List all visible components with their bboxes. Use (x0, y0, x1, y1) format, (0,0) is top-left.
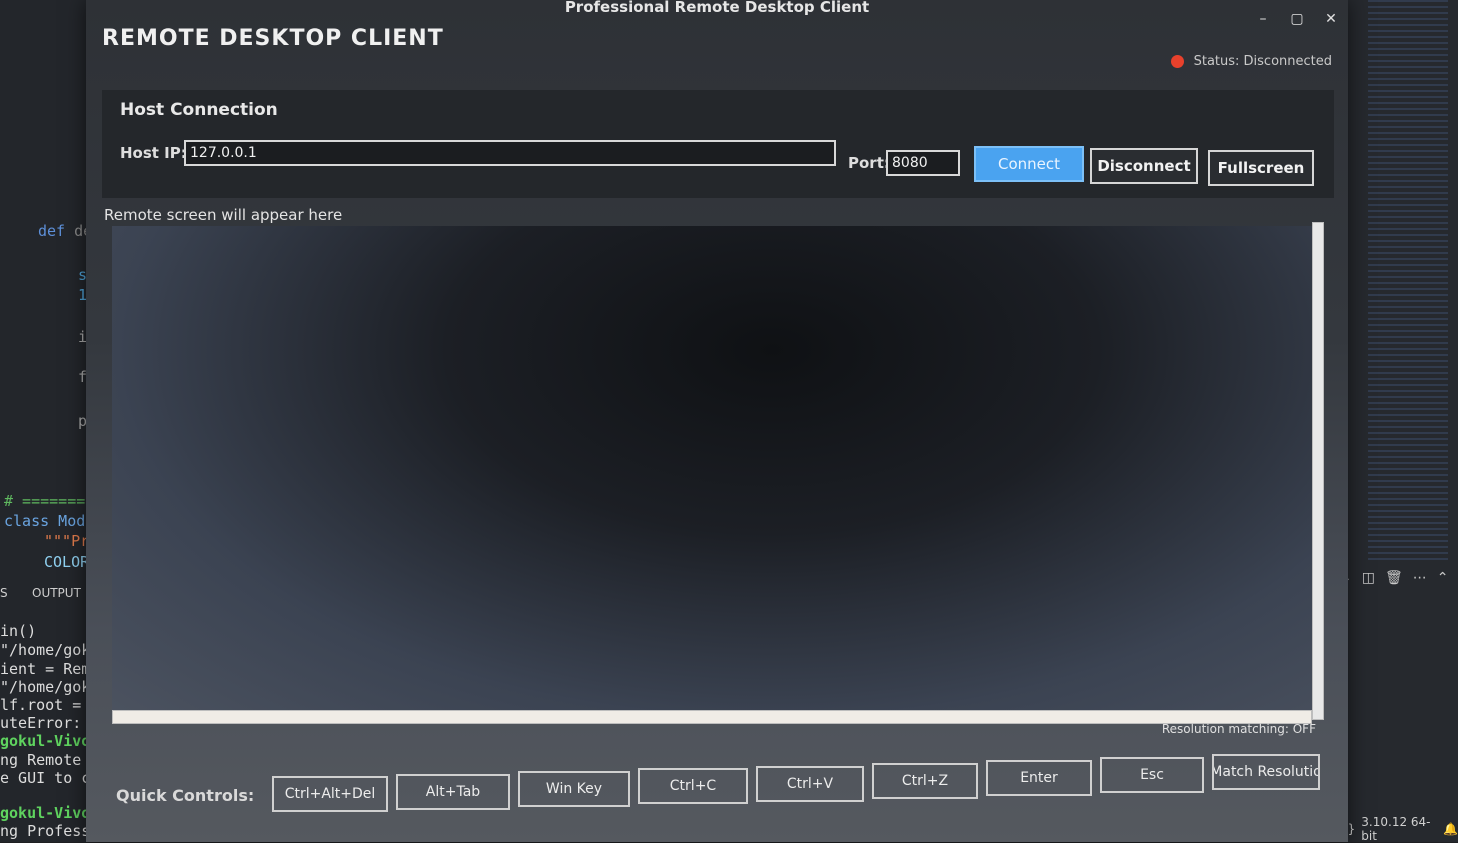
python-version[interactable]: 3.10.12 64-bit (1361, 815, 1437, 843)
more-icon[interactable]: ⋯ (1413, 570, 1427, 586)
panel-title: Host Connection (120, 100, 278, 120)
remote-screen-canvas[interactable] (112, 226, 1312, 722)
enter-button[interactable]: Enter (986, 760, 1092, 796)
chevron-up-icon[interactable]: ⌃ (1437, 570, 1449, 586)
status-text: Status: Disconnected (1194, 54, 1332, 69)
resolution-matching-status: Resolution matching: OFF (1162, 722, 1316, 736)
alt-tab-button[interactable]: Alt+Tab (396, 774, 510, 810)
host-ip-input[interactable]: 127.0.0.1 (184, 140, 836, 166)
editor-minimap[interactable] (1368, 0, 1448, 560)
split-panel-icon[interactable]: ◫ (1362, 570, 1375, 586)
app-title: REMOTE DESKTOP CLIENT (102, 26, 444, 51)
code-line: """Pr (44, 532, 89, 550)
window-title: Professional Remote Desktop Client (86, 0, 1348, 18)
status-dot-icon (1171, 55, 1184, 68)
trash-icon[interactable]: 🗑 (1385, 570, 1403, 586)
code-line: # ======= (4, 492, 85, 510)
quick-controls-label: Quick Controls: (116, 786, 254, 805)
match-resolution-button[interactable]: Match Resolutio (1212, 754, 1320, 790)
remote-desktop-window: Professional Remote Desktop Client – ▢ ✕… (86, 0, 1348, 842)
panel-tab-output[interactable]: OUTPUT (32, 586, 81, 600)
close-icon[interactable]: ✕ (1322, 10, 1340, 28)
terminal-line: uteError: m (0, 714, 99, 732)
port-input[interactable]: 8080 (886, 150, 960, 176)
bell-icon[interactable]: 🔔 (1443, 822, 1458, 836)
connect-button[interactable]: Connect (974, 146, 1084, 182)
background-code-editor: def def s s 1 i f p # ======= class Mod … (0, 0, 100, 842)
terminal-line: gokul-VivoB (0, 804, 99, 822)
terminal-line: ng Professi (0, 822, 99, 840)
terminal-line: "/home/gok (0, 641, 90, 659)
window-controls: – ▢ ✕ (1254, 10, 1340, 28)
fullscreen-button[interactable]: Fullscreen (1208, 150, 1314, 186)
disconnect-button[interactable]: Disconnect (1090, 148, 1198, 184)
maximize-icon[interactable]: ▢ (1288, 10, 1306, 28)
host-ip-label: Host IP: (120, 144, 187, 162)
vertical-scrollbar[interactable] (1312, 222, 1324, 720)
ctrl-c-button[interactable]: Ctrl+C (638, 768, 748, 804)
terminal-line: ng Remote D (0, 751, 99, 769)
terminal-line: "/home/gok (0, 678, 90, 696)
panel-tab-prefix: S (0, 586, 8, 600)
ctrl-v-button[interactable]: Ctrl+V (756, 766, 864, 802)
host-connection-panel: Host Connection Host IP: 127.0.0.1 Port:… (102, 90, 1334, 198)
editor-status-bar: {} 3.10.12 64-bit 🔔 (1340, 816, 1458, 842)
terminal-line: lf.root = t (0, 696, 99, 714)
port-label: Port: (848, 154, 890, 172)
code-line: class Mod (4, 512, 85, 530)
ctrl-alt-del-button[interactable]: Ctrl+Alt+Del (272, 776, 388, 812)
horizontal-scrollbar[interactable] (112, 710, 1312, 724)
esc-button[interactable]: Esc (1100, 757, 1204, 793)
terminal-line: in() (0, 622, 36, 640)
minimize-icon[interactable]: – (1254, 10, 1272, 28)
terminal-line: ient = Remc (0, 660, 99, 678)
terminal-line: e GUI to cc (0, 769, 99, 787)
code-line: COLOR (44, 553, 89, 571)
connection-status: Status: Disconnected (1171, 54, 1332, 69)
win-key-button[interactable]: Win Key (518, 771, 630, 807)
panel-toolbar: ⌄ ◫ 🗑 ⋯ ⌃ ✕ (1340, 570, 1458, 586)
ctrl-z-button[interactable]: Ctrl+Z (872, 763, 978, 799)
remote-screen-placeholder: Remote screen will appear here (104, 206, 342, 224)
terminal-line: gokul-VivoB (0, 732, 99, 750)
